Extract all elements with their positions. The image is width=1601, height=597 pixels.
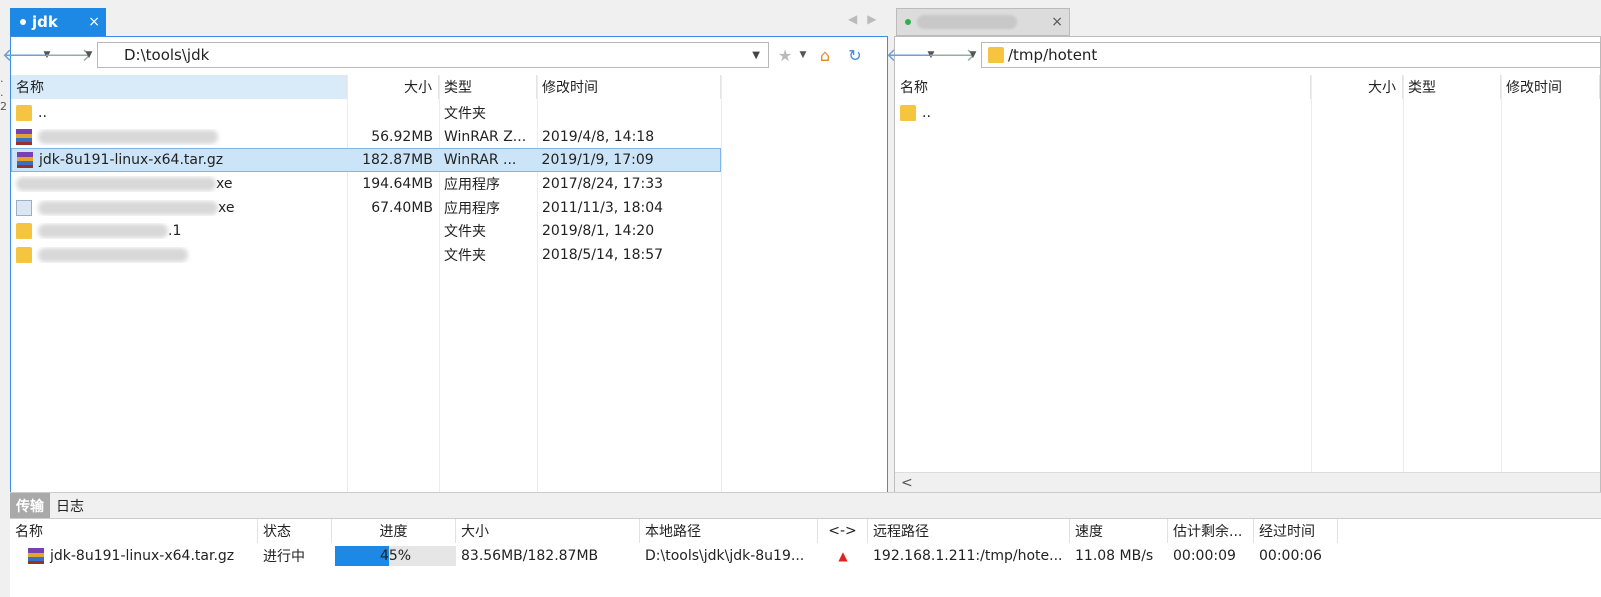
transfer-row[interactable]: jdk-8u191-linux-x64.tar.gz 进行中 45% 83.56…	[10, 543, 1601, 569]
tab-scroll-arrows[interactable]: ◀▶	[848, 12, 886, 26]
column-name[interactable]: 名称	[11, 75, 347, 99]
column-divider	[1501, 75, 1502, 493]
local-path-input[interactable]: D:\tools\jdk ▼	[97, 42, 769, 68]
column-type[interactable]: 类型	[439, 75, 537, 99]
back-arrow-icon[interactable]: 🡐	[2, 43, 50, 67]
list-item[interactable]: xe 67.40MB 应用程序 2011/11/3, 18:04	[11, 196, 887, 220]
upload-arrow-icon: ▲	[838, 549, 848, 563]
folder-icon	[900, 104, 916, 121]
transfer-queue: 名称 状态 进度 大小 本地路径 <-> 远程路径 速度 估计剩余... 经过时…	[10, 518, 1601, 597]
column-size[interactable]: 大小	[347, 75, 439, 99]
tab-jdk[interactable]: jdk ×	[10, 8, 106, 36]
remote-file-list: ..	[895, 101, 1600, 125]
archive-icon	[16, 128, 32, 145]
column-local-path[interactable]: 本地路径	[640, 519, 818, 543]
left-edge-fragment: ..2	[0, 72, 7, 113]
home-folder-icon[interactable]: ⌂	[815, 45, 835, 65]
redacted-filename	[38, 129, 218, 144]
tab-remote-session[interactable]: ×	[896, 8, 1070, 36]
chevron-down-icon[interactable]: ▼	[967, 50, 979, 60]
folder-icon	[16, 246, 32, 263]
application-icon	[16, 199, 32, 216]
column-modified[interactable]: 修改时间	[537, 75, 721, 99]
archive-icon	[17, 152, 33, 169]
folder-icon	[16, 223, 32, 240]
chevron-down-icon[interactable]: ▼	[793, 45, 813, 65]
tab-transfer[interactable]: 传输	[10, 493, 50, 519]
close-icon[interactable]: ×	[1051, 14, 1063, 30]
column-divider	[1403, 75, 1404, 493]
column-size[interactable]: 大小	[1311, 75, 1403, 99]
column-elapsed[interactable]: 经过时间	[1254, 519, 1338, 543]
progress-bar: 45%	[335, 546, 456, 566]
redacted-tab-title	[917, 15, 1017, 29]
list-item[interactable]: .1 文件夹 2019/8/1, 14:20	[11, 219, 887, 243]
redacted-filename	[38, 224, 168, 239]
list-item[interactable]: 56.92MB WinRAR Z... 2019/4/8, 14:18	[11, 125, 887, 149]
list-item-selected[interactable]: jdk-8u191-linux-x64.tar.gz 182.87MB WinR…	[11, 148, 721, 173]
star-icon[interactable]: ★	[775, 45, 795, 65]
bottom-tab-strip: 传输 日志	[10, 492, 1601, 519]
remote-column-header: 名称 大小 类型 修改时间	[895, 75, 1600, 99]
column-type[interactable]: 类型	[1403, 75, 1501, 99]
column-name[interactable]: 名称	[895, 75, 1311, 99]
column-remote-path[interactable]: 远程路径	[868, 519, 1070, 543]
transfer-header: 名称 状态 进度 大小 本地路径 <-> 远程路径 速度 估计剩余... 经过时…	[10, 519, 1601, 543]
column-status[interactable]: 状态	[258, 519, 332, 543]
column-progress[interactable]: 进度	[332, 519, 456, 543]
tab-title: jdk	[32, 13, 58, 31]
chevron-down-icon[interactable]: ▼	[83, 50, 95, 60]
chevron-down-icon[interactable]: ▼	[752, 50, 760, 61]
column-modified[interactable]: 修改时间	[1501, 75, 1600, 99]
redacted-filename	[38, 247, 188, 262]
close-icon[interactable]: ×	[88, 14, 100, 30]
archive-icon	[28, 548, 44, 564]
column-speed[interactable]: 速度	[1070, 519, 1168, 543]
list-item[interactable]: .. 文件夹	[11, 101, 887, 125]
folder-icon	[988, 47, 1004, 63]
redacted-filename	[16, 176, 216, 191]
tab-active-dot	[20, 19, 26, 25]
connected-dot	[905, 19, 911, 25]
local-column-header: 名称 大小 类型 修改时间	[11, 75, 887, 99]
folder-icon	[16, 104, 32, 121]
scroll-left-icon[interactable]: <	[901, 475, 913, 491]
progress-label: 45%	[379, 548, 412, 564]
refresh-icon[interactable]: ↻	[845, 45, 865, 65]
list-item[interactable]: 文件夹 2018/5/14, 18:57	[11, 243, 887, 267]
tab-strip	[0, 0, 1601, 36]
local-panel: 🡐 ▼ 🡒 ▼ D:\tools\jdk ▼ ★ ▼ ⌂ ↻ 名称 大小 类型 …	[2, 36, 888, 494]
local-file-list: .. 文件夹 56.92MB WinRAR Z... 2019/4/8, 14:…	[11, 101, 887, 267]
forward-arrow-icon[interactable]: 🡒	[44, 43, 92, 67]
horizontal-scrollbar[interactable]: <	[895, 472, 1600, 493]
column-size[interactable]: 大小	[456, 519, 640, 543]
list-item[interactable]: xe 194.64MB 应用程序 2017/8/24, 17:33	[11, 172, 887, 196]
remote-path-input[interactable]: /tmp/hotent	[981, 42, 1601, 68]
column-name[interactable]: 名称	[10, 519, 258, 543]
forward-arrow-icon[interactable]: 🡒	[928, 43, 976, 67]
redacted-filename	[38, 200, 218, 215]
column-divider	[1311, 75, 1312, 493]
back-arrow-icon[interactable]: 🡐	[886, 43, 934, 67]
column-direction[interactable]: <->	[818, 519, 868, 543]
tab-log[interactable]: 日志	[50, 493, 90, 519]
column-eta[interactable]: 估计剩余...	[1168, 519, 1254, 543]
remote-panel: 🡐 ▼ 🡒 ▼ /tmp/hotent 名称 大小 类型 修改时间 .. <	[886, 36, 1601, 494]
list-item[interactable]: ..	[895, 101, 1600, 125]
